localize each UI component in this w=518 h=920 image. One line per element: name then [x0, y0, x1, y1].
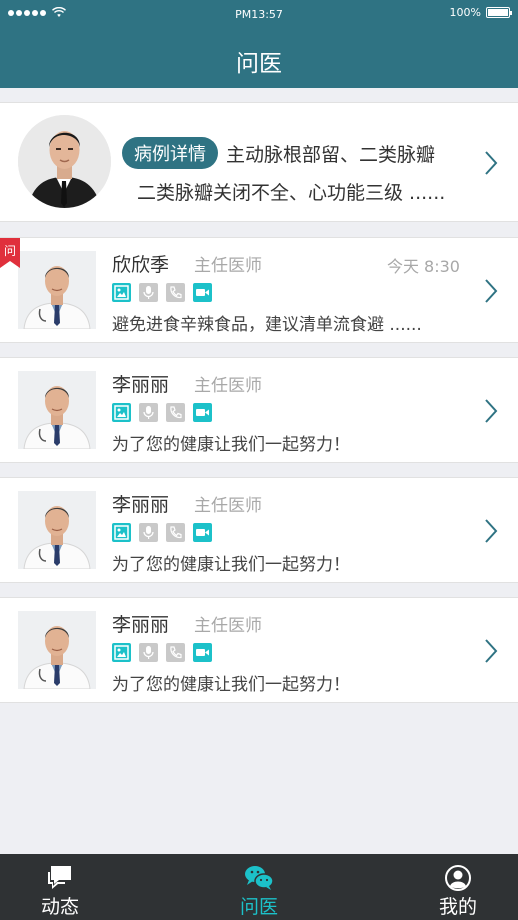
phone-icon — [166, 523, 185, 542]
service-icons — [112, 643, 212, 662]
microphone-icon — [139, 283, 158, 302]
chevron-right-icon[interactable] — [484, 638, 498, 664]
doctor-message: 为了您的健康让我们一起努力！ — [112, 435, 350, 455]
video-icon — [193, 283, 212, 302]
tab-feed-label: 动态 — [40, 896, 79, 918]
microphone-icon — [139, 523, 158, 542]
patient-avatar — [18, 115, 111, 208]
app-root: PM13:57 100% 问医 病例详情 主动脉根部留、二类脉瓣 二类脉瓣关闭不… — [0, 0, 518, 920]
doctor-name: 李丽丽 — [112, 494, 170, 516]
bottom-tab-bar: 动态 问医 我的 — [0, 854, 518, 920]
case-line1: 病例详情 主动脉根部留、二类脉瓣 — [122, 137, 435, 169]
video-icon — [193, 403, 212, 422]
image-icon — [112, 283, 131, 302]
svg-text:问: 问 — [4, 244, 16, 258]
microphone-icon — [139, 643, 158, 662]
doctor-name: 欣欣季 — [112, 254, 170, 276]
doctor-title: 主任医师 — [194, 376, 262, 396]
phone-icon — [166, 283, 185, 302]
service-icons — [112, 283, 212, 302]
doctor-list-item[interactable]: 问 欣欣季 主任医师 今天 8:30 避免进食辛辣食品，建议清单流食避 ....… — [0, 237, 518, 343]
image-icon — [112, 523, 131, 542]
service-icons — [112, 523, 212, 542]
battery-percent: 100% — [449, 6, 481, 19]
chevron-right-icon[interactable] — [484, 398, 498, 424]
chevron-right-icon[interactable] — [484, 518, 498, 544]
video-icon — [193, 523, 212, 542]
doctor-list-item[interactable]: 李丽丽 主任医师 为了您的健康让我们一起努力！ — [0, 357, 518, 463]
tab-ask-doctor[interactable]: 问医 — [199, 854, 319, 920]
doctor-title: 主任医师 — [194, 256, 262, 276]
page-title: 问医 — [236, 51, 282, 77]
case-card[interactable]: 病例详情 主动脉根部留、二类脉瓣 二类脉瓣关闭不全、心功能三级 ...... — [0, 102, 518, 222]
doctor-title: 主任医师 — [194, 616, 262, 636]
doctor-avatar — [18, 491, 96, 569]
tab-profile-label: 我的 — [438, 896, 477, 918]
doctor-message: 避免进食辛辣食品，建议清单流食避 ...... — [112, 315, 422, 335]
chat-bubbles-icon — [48, 866, 71, 889]
case-diagnosis-line2: 二类脉瓣关闭不全、心功能三级 ...... — [137, 182, 446, 204]
phone-icon — [166, 403, 185, 422]
tab-feed[interactable]: 动态 — [0, 854, 120, 920]
tab-ask-doctor-label: 问医 — [239, 896, 278, 918]
tab-profile[interactable]: 我的 — [398, 854, 518, 920]
doctor-avatar — [18, 251, 96, 329]
battery-status: 100% — [449, 6, 512, 19]
chevron-right-icon[interactable] — [484, 278, 498, 304]
doctor-list-item[interactable]: 李丽丽 主任医师 为了您的健康让我们一起努力！ — [0, 477, 518, 583]
case-detail-badge[interactable]: 病例详情 — [122, 137, 218, 169]
service-icons — [112, 403, 212, 422]
phone-icon — [166, 643, 185, 662]
top-header: PM13:57 100% 问医 — [0, 0, 518, 88]
status-bar: PM13:57 100% — [0, 0, 518, 28]
doctor-avatar — [18, 371, 96, 449]
case-diagnosis-line1: 主动脉根部留、二类脉瓣 — [226, 143, 436, 166]
doctor-list-item[interactable]: 李丽丽 主任医师 为了您的健康让我们一起努力！ — [0, 597, 518, 703]
microphone-icon — [139, 403, 158, 422]
image-icon — [112, 643, 131, 662]
status-time: PM13:57 — [235, 8, 283, 21]
video-icon — [193, 643, 212, 662]
message-time: 今天 8:30 — [386, 257, 460, 276]
battery-icon — [486, 7, 512, 18]
doctor-message: 为了您的健康让我们一起努力！ — [112, 675, 350, 695]
image-icon — [112, 403, 131, 422]
ask-tag-icon: 问 — [0, 238, 20, 268]
chevron-right-icon[interactable] — [484, 150, 498, 176]
doctor-title: 主任医师 — [194, 496, 262, 516]
wechat-icon — [245, 866, 274, 890]
doctor-name: 李丽丽 — [112, 374, 170, 396]
doctor-avatar — [18, 611, 96, 689]
person-icon — [445, 865, 471, 891]
doctor-name: 李丽丽 — [112, 614, 170, 636]
doctor-message: 为了您的健康让我们一起努力！ — [112, 555, 350, 575]
